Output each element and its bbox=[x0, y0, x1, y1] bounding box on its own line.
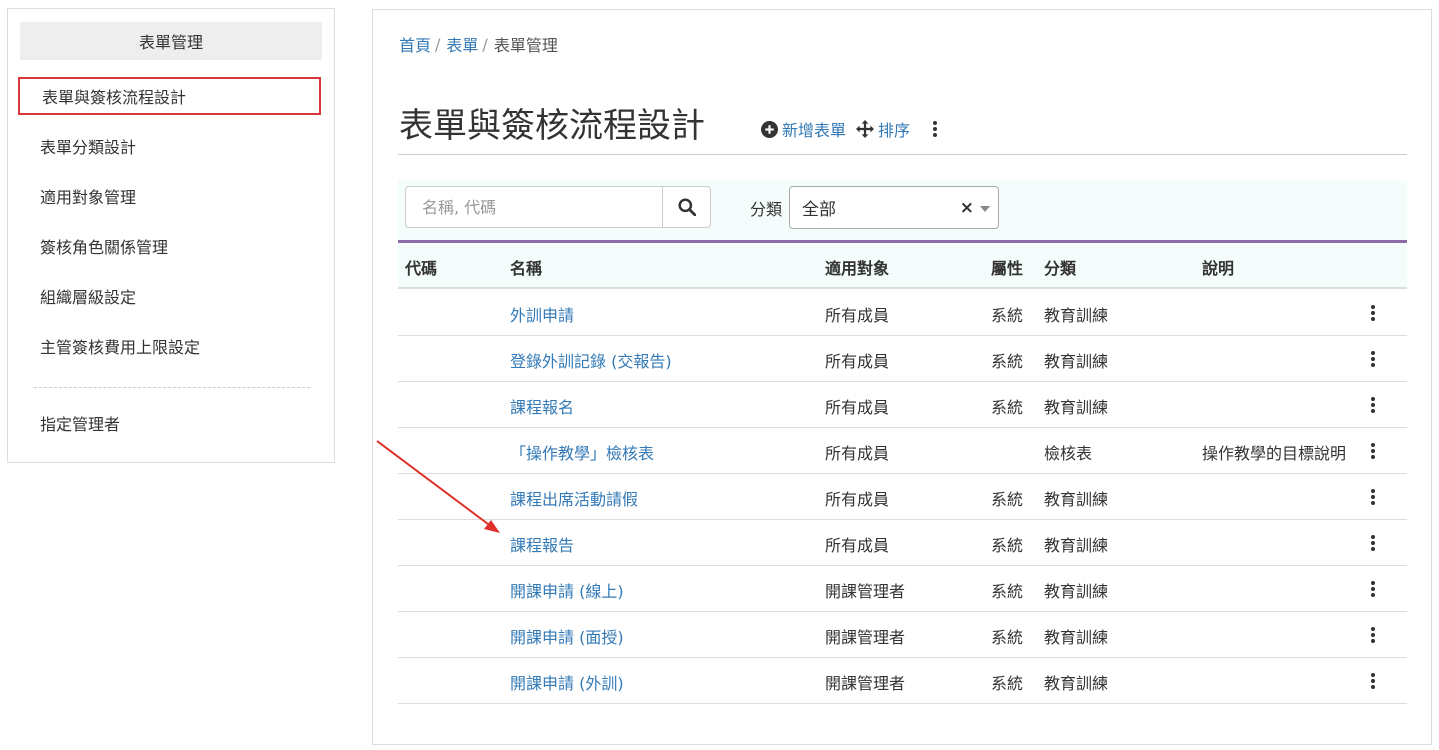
row-more-icon[interactable] bbox=[1363, 395, 1383, 415]
sidebar-item-target-management[interactable]: 適用對象管理 bbox=[18, 177, 321, 215]
plus-circle-icon bbox=[761, 120, 778, 138]
table-row: 開課申請 (外訓) 開課管理者 系統 教育訓練 bbox=[398, 658, 1407, 704]
table-row: 外訓申請 所有成員 系統 教育訓練 bbox=[398, 290, 1407, 336]
cell-category: 教育訓練 bbox=[1044, 628, 1109, 647]
form-name-link[interactable]: 開課申請 (線上) bbox=[510, 578, 624, 602]
table-row: 「操作教學」檢核表 所有成員 檢核表 操作教學的目標說明 bbox=[398, 428, 1407, 474]
cell-attr: 系統 bbox=[991, 352, 1024, 371]
filter-bar: 分類 全部 × bbox=[398, 180, 1407, 240]
search-input[interactable] bbox=[405, 186, 662, 228]
sidebar: 表單管理 表單與簽核流程設計 表單分類設計 適用對象管理 簽核角色關係管理 組織… bbox=[7, 8, 335, 463]
cell-attr: 系統 bbox=[991, 306, 1024, 325]
column-header-code[interactable]: 代碼 bbox=[405, 255, 437, 279]
title-divider bbox=[398, 154, 1407, 155]
form-name-link[interactable]: 課程報名 bbox=[510, 394, 574, 418]
search-button[interactable] bbox=[662, 186, 711, 228]
sidebar-item-org-levels[interactable]: 組織層級設定 bbox=[18, 277, 321, 315]
form-name-link[interactable]: 「操作教學」檢核表 bbox=[510, 440, 654, 464]
table-row: 課程報告 所有成員 系統 教育訓練 bbox=[398, 520, 1407, 566]
table-row: 開課申請 (面授) 開課管理者 系統 教育訓練 bbox=[398, 612, 1407, 658]
cell-target: 所有成員 bbox=[825, 398, 890, 417]
form-name-link[interactable]: 課程出席活動請假 bbox=[510, 486, 638, 510]
form-name-link[interactable]: 登錄外訓記錄 (交報告) bbox=[510, 348, 672, 372]
breadcrumb-separator: / bbox=[482, 34, 488, 54]
cell-target: 所有成員 bbox=[825, 490, 890, 509]
cell-desc: 操作教學的目標說明 bbox=[1202, 444, 1347, 463]
form-name-link[interactable]: 開課申請 (外訓) bbox=[510, 670, 624, 694]
row-more-icon[interactable] bbox=[1363, 579, 1383, 599]
category-value: 全部 bbox=[802, 200, 836, 220]
breadcrumb-current: 表單管理 bbox=[493, 36, 558, 55]
title-actions: 新增表單 排序 bbox=[761, 117, 944, 141]
cell-category: 教育訓練 bbox=[1044, 352, 1109, 371]
table-row: 開課申請 (線上) 開課管理者 系統 教育訓練 bbox=[398, 566, 1407, 612]
sidebar-item-form-category-design[interactable]: 表單分類設計 bbox=[18, 127, 321, 165]
category-select[interactable]: 全部 × bbox=[789, 186, 999, 229]
table-row: 登錄外訓記錄 (交報告) 所有成員 系統 教育訓練 bbox=[398, 336, 1407, 382]
chevron-down-icon[interactable] bbox=[980, 206, 990, 212]
form-name-link[interactable]: 開課申請 (面授) bbox=[510, 624, 624, 648]
cell-target: 所有成員 bbox=[825, 352, 890, 371]
sidebar-item-assign-admin[interactable]: 指定管理者 bbox=[18, 404, 321, 442]
row-more-icon[interactable] bbox=[1363, 533, 1383, 553]
cell-attr: 系統 bbox=[991, 582, 1024, 601]
row-more-icon[interactable] bbox=[1363, 487, 1383, 507]
breadcrumb-separator: / bbox=[435, 34, 441, 54]
row-more-icon[interactable] bbox=[1363, 671, 1383, 691]
cell-target: 開課管理者 bbox=[825, 628, 906, 647]
column-header-name[interactable]: 名稱 bbox=[510, 255, 542, 279]
breadcrumb-home[interactable]: 首頁 bbox=[399, 32, 431, 56]
table-row: 課程報名 所有成員 系統 教育訓練 bbox=[398, 382, 1407, 428]
search-icon bbox=[677, 198, 696, 216]
page-title: 表單與簽核流程設計 bbox=[399, 106, 705, 146]
table-header: 代碼 名稱 適用對象 屬性 分類 說明 bbox=[398, 240, 1407, 289]
cell-target: 所有成員 bbox=[825, 536, 890, 555]
breadcrumb: 首頁 / 表單 / 表單管理 bbox=[399, 32, 558, 56]
cell-attr: 系統 bbox=[991, 674, 1024, 693]
breadcrumb-forms[interactable]: 表單 bbox=[446, 32, 478, 56]
cell-target: 開課管理者 bbox=[825, 582, 906, 601]
form-name-link[interactable]: 外訓申請 bbox=[510, 302, 574, 326]
sort-button[interactable]: 排序 bbox=[856, 117, 910, 141]
cell-category: 教育訓練 bbox=[1044, 582, 1109, 601]
cell-target: 所有成員 bbox=[825, 306, 890, 325]
sidebar-item-form-flow-design[interactable]: 表單與簽核流程設計 bbox=[18, 77, 321, 115]
clear-icon[interactable]: × bbox=[960, 198, 974, 218]
form-name-link[interactable]: 課程報告 bbox=[510, 532, 574, 556]
more-options-icon[interactable] bbox=[930, 119, 940, 139]
cell-attr: 系統 bbox=[991, 536, 1024, 555]
column-header-attr[interactable]: 屬性 bbox=[991, 255, 1023, 279]
cell-target: 所有成員 bbox=[825, 444, 890, 463]
cell-category: 教育訓練 bbox=[1044, 306, 1109, 325]
column-header-desc[interactable]: 說明 bbox=[1202, 255, 1234, 279]
row-more-icon[interactable] bbox=[1363, 349, 1383, 369]
cell-attr: 系統 bbox=[991, 490, 1024, 509]
add-form-button[interactable]: 新增表單 bbox=[761, 117, 846, 141]
table-row: 課程出席活動請假 所有成員 系統 教育訓練 bbox=[398, 474, 1407, 520]
cell-attr: 系統 bbox=[991, 628, 1024, 647]
main-panel: 首頁 / 表單 / 表單管理 表單與簽核流程設計 新增表單 排序 名稱, 代碼 … bbox=[372, 9, 1432, 745]
add-form-label: 新增表單 bbox=[782, 121, 847, 140]
row-more-icon[interactable] bbox=[1363, 441, 1383, 461]
cell-target: 開課管理者 bbox=[825, 674, 906, 693]
cell-category: 教育訓練 bbox=[1044, 398, 1109, 417]
move-arrows-icon bbox=[856, 120, 875, 138]
cell-attr: 系統 bbox=[991, 398, 1024, 417]
sort-label: 排序 bbox=[878, 121, 911, 140]
cell-category: 教育訓練 bbox=[1044, 490, 1109, 509]
cell-category: 教育訓練 bbox=[1044, 674, 1109, 693]
sidebar-item-approval-roles[interactable]: 簽核角色關係管理 bbox=[18, 227, 321, 265]
row-more-icon[interactable] bbox=[1363, 625, 1383, 645]
column-header-category[interactable]: 分類 bbox=[1044, 255, 1076, 279]
cell-category: 檢核表 bbox=[1044, 444, 1093, 463]
cell-category: 教育訓練 bbox=[1044, 536, 1109, 555]
column-header-target[interactable]: 適用對象 bbox=[825, 255, 889, 279]
sidebar-title: 表單管理 bbox=[20, 22, 322, 60]
sidebar-item-expense-limit[interactable]: 主管簽核費用上限設定 bbox=[18, 327, 321, 365]
row-more-icon[interactable] bbox=[1363, 303, 1383, 323]
sidebar-divider bbox=[34, 387, 310, 388]
category-label: 分類 bbox=[750, 200, 783, 219]
